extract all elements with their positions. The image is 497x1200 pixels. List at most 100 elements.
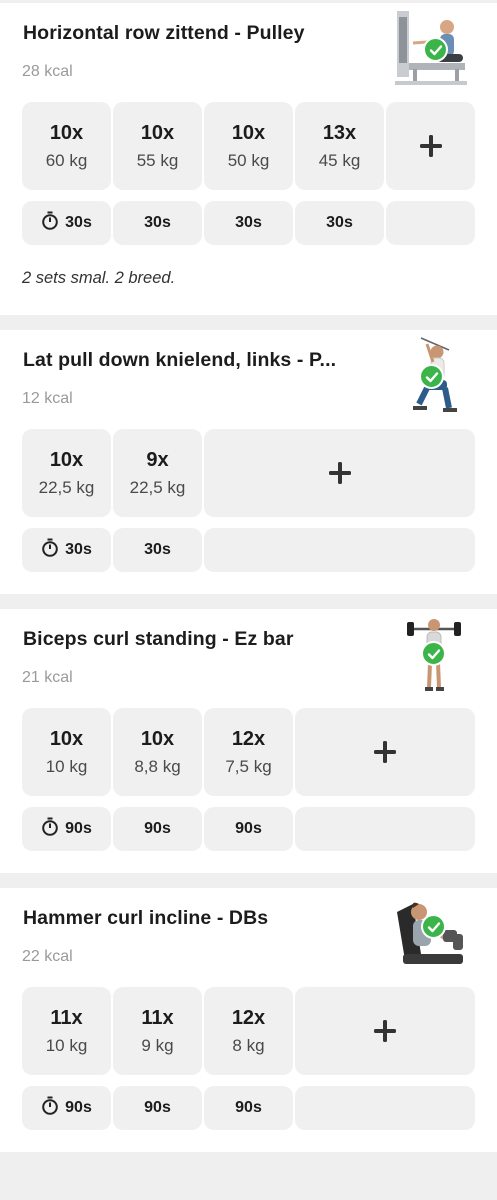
weight: 8,8 kg	[134, 756, 181, 776]
completed-check-icon	[421, 914, 446, 939]
rest-row: 90s 90s 90s	[22, 1086, 475, 1130]
plus-icon	[374, 1020, 396, 1042]
empty-rest-cell	[295, 1086, 475, 1130]
rest-cell[interactable]: 90s	[22, 1086, 111, 1130]
set-cell[interactable]: 10x 55 kg	[113, 102, 202, 190]
rest-time: 90s	[65, 1099, 92, 1116]
set-cell[interactable]: 13x 45 kg	[295, 102, 384, 190]
set-cell[interactable]: 10x 50 kg	[204, 102, 293, 190]
add-set-button[interactable]	[386, 102, 475, 190]
weight: 50 kg	[227, 150, 270, 170]
weight: 60 kg	[45, 150, 88, 170]
empty-rest-cell	[204, 528, 475, 572]
exercise-image[interactable]	[391, 894, 473, 976]
reps: 10x	[49, 121, 84, 144]
rest-time: 90s	[144, 820, 171, 837]
set-cell[interactable]: 10x 8,8 kg	[113, 708, 202, 796]
set-cell[interactable]: 11x 9 kg	[113, 987, 202, 1075]
sets-row: 11x 10 kg 11x 9 kg 12x 8 kg	[22, 987, 475, 1075]
exercise-image[interactable]	[391, 336, 473, 418]
rest-cell[interactable]: 90s	[113, 807, 202, 851]
add-set-button[interactable]	[295, 987, 475, 1075]
set-cell[interactable]: 10x 60 kg	[22, 102, 111, 190]
reps: 10x	[140, 727, 175, 750]
exercise-title[interactable]: Hammer curl incline - DBs	[23, 907, 268, 930]
rest-row: 30s 30s	[22, 528, 475, 572]
rest-time: 90s	[235, 820, 262, 837]
timer-icon	[41, 538, 59, 562]
rest-time: 90s	[144, 1099, 171, 1116]
weight: 9 kg	[141, 1035, 174, 1055]
rest-time: 30s	[144, 541, 171, 558]
reps: 12x	[231, 727, 266, 750]
exercise-title[interactable]: Horizontal row zittend - Pulley	[23, 22, 305, 45]
completed-check-icon	[419, 364, 444, 389]
exercise-image[interactable]	[391, 615, 473, 697]
rest-row: 90s 90s 90s	[22, 807, 475, 851]
reps: 10x	[49, 448, 84, 471]
timer-icon	[41, 211, 59, 235]
rest-cell[interactable]: 30s	[22, 201, 111, 245]
sets-row: 10x 22,5 kg 9x 22,5 kg	[22, 429, 475, 517]
weight: 10 kg	[45, 756, 88, 776]
exercise-title[interactable]: Lat pull down knielend, links - P...	[23, 349, 336, 372]
exercise-card[interactable]: Lat pull down knielend, links - P... 12 …	[0, 330, 497, 594]
exercise-image[interactable]	[391, 9, 473, 91]
set-cell[interactable]: 12x 8 kg	[204, 987, 293, 1075]
rest-time: 90s	[235, 1099, 262, 1116]
timer-icon	[41, 1096, 59, 1120]
reps: 9x	[146, 448, 169, 471]
plus-icon	[419, 135, 442, 157]
weight: 22,5 kg	[129, 477, 186, 497]
set-cell[interactable]: 10x 22,5 kg	[22, 429, 111, 517]
exercise-card[interactable]: Biceps curl standing - Ez bar 21 kcal 10…	[0, 609, 497, 873]
rest-cell[interactable]: 90s	[113, 1086, 202, 1130]
rest-time: 30s	[65, 214, 92, 231]
timer-icon	[41, 817, 59, 841]
rest-cell[interactable]: 90s	[204, 807, 293, 851]
completed-check-icon	[423, 37, 448, 62]
rest-cell[interactable]: 30s	[295, 201, 384, 245]
rest-time: 30s	[65, 541, 92, 558]
add-set-button[interactable]	[295, 708, 475, 796]
set-cell[interactable]: 11x 10 kg	[22, 987, 111, 1075]
rest-cell[interactable]: 30s	[113, 528, 202, 572]
weight: 55 kg	[136, 150, 179, 170]
set-cell[interactable]: 9x 22,5 kg	[113, 429, 202, 517]
reps: 13x	[322, 121, 357, 144]
plus-icon	[374, 741, 396, 763]
rest-time: 30s	[235, 214, 262, 231]
rest-time: 90s	[65, 820, 92, 837]
exercise-note[interactable]: 2 sets smal. 2 breed.	[22, 269, 475, 299]
kcal-label: 22 kcal	[22, 948, 73, 965]
weight: 8 kg	[232, 1035, 265, 1055]
set-cell[interactable]: 10x 10 kg	[22, 708, 111, 796]
weight: 22,5 kg	[38, 477, 95, 497]
reps: 12x	[231, 1006, 266, 1029]
set-cell[interactable]: 12x 7,5 kg	[204, 708, 293, 796]
rest-cell[interactable]: 30s	[204, 201, 293, 245]
kcal-label: 21 kcal	[22, 669, 73, 686]
plus-icon	[328, 462, 351, 484]
empty-rest-cell	[386, 201, 475, 245]
reps: 11x	[50, 1006, 83, 1029]
reps: 11x	[141, 1006, 174, 1029]
kcal-label: 12 kcal	[22, 390, 73, 407]
rest-cell[interactable]: 30s	[22, 528, 111, 572]
reps: 10x	[231, 121, 266, 144]
rest-row: 30s 30s 30s 30s	[22, 201, 475, 245]
exercise-card[interactable]: Hammer curl incline - DBs 22 kcal 11x 10 …	[0, 888, 497, 1152]
rest-time: 30s	[326, 214, 353, 231]
rest-cell[interactable]: 30s	[113, 201, 202, 245]
weight: 45 kg	[318, 150, 361, 170]
exercise-title[interactable]: Biceps curl standing - Ez bar	[23, 628, 294, 651]
rest-cell[interactable]: 90s	[204, 1086, 293, 1130]
reps: 10x	[140, 121, 175, 144]
kcal-label: 28 kcal	[22, 63, 73, 80]
weight: 10 kg	[45, 1035, 88, 1055]
rest-cell[interactable]: 90s	[22, 807, 111, 851]
completed-check-icon	[421, 641, 446, 666]
empty-rest-cell	[295, 807, 475, 851]
add-set-button[interactable]	[204, 429, 475, 517]
exercise-card[interactable]: Horizontal row zittend - Pulley 28 kcal …	[0, 3, 497, 315]
